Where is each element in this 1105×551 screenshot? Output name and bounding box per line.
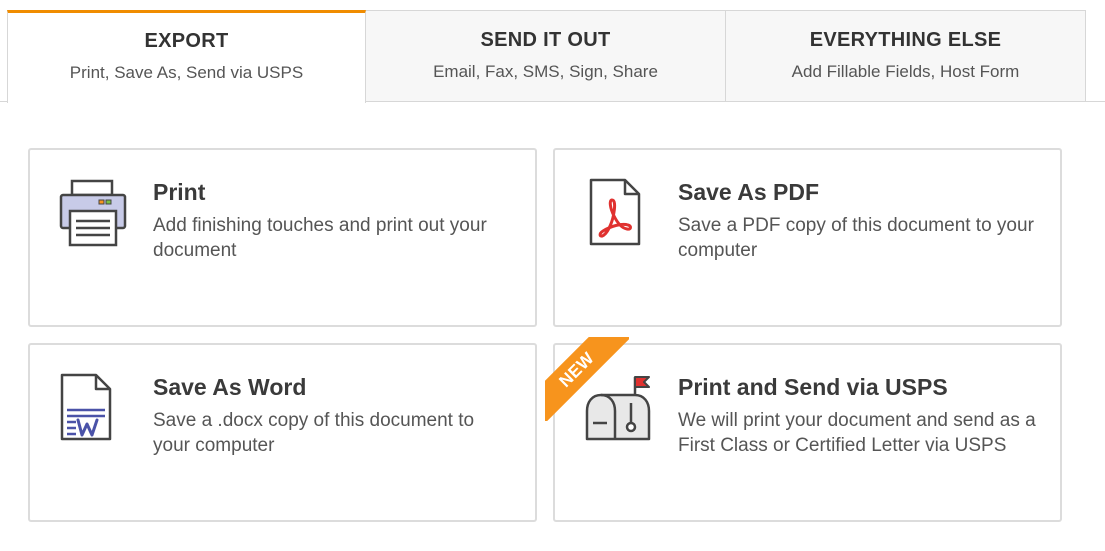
- tab-export[interactable]: EXPORT Print, Save As, Send via USPS: [7, 10, 366, 103]
- tab-everything-else-title: EVERYTHING ELSE: [809, 29, 1002, 51]
- print-option-card[interactable]: Print Add finishing touches and print ou…: [28, 148, 537, 327]
- save-as-word-option-card[interactable]: Save As Word Save a .docx copy of this d…: [28, 343, 537, 522]
- tab-export-subtitle: Print, Save As, Send via USPS: [69, 63, 304, 82]
- print-and-send-usps-title: Print and Send via USPS: [678, 374, 948, 400]
- mailbox-icon: [583, 373, 653, 443]
- save-as-pdf-title: Save As PDF: [678, 179, 820, 205]
- tab-export-title: EXPORT: [144, 30, 229, 52]
- tab-send-it-out-subtitle: Email, Fax, SMS, Sign, Share: [433, 62, 658, 81]
- tab-everything-else-subtitle: Add Fillable Fields, Host Form: [791, 62, 1020, 81]
- word-file-icon: [58, 373, 128, 443]
- tab-everything-else[interactable]: EVERYTHING ELSE Add Fillable Fields, Hos…: [726, 10, 1086, 102]
- print-and-send-usps-description: We will print your document and send as …: [678, 410, 1036, 456]
- print-and-send-usps-option-card[interactable]: NEW Print and Send via USPS We will prin…: [545, 337, 1062, 522]
- save-as-pdf-option-card[interactable]: Save As PDF Save a PDF copy of this docu…: [553, 148, 1062, 327]
- print-description: Add finishing touches and print out your…: [153, 215, 487, 261]
- save-as-word-title: Save As Word: [153, 374, 307, 400]
- tab-send-it-out-title: SEND IT OUT: [480, 29, 611, 51]
- tab-bar: EXPORT Print, Save As, Send via USPS SEN…: [0, 0, 1105, 103]
- save-as-pdf-description: Save a PDF copy of this document to your…: [678, 215, 1034, 261]
- print-title: Print: [153, 179, 206, 205]
- tab-send-it-out[interactable]: SEND IT OUT Email, Fax, SMS, Sign, Share: [366, 10, 726, 102]
- save-as-word-description: Save a .docx copy of this document to yo…: [153, 410, 475, 456]
- printer-icon: [58, 178, 128, 248]
- pdf-file-icon: [583, 178, 653, 248]
